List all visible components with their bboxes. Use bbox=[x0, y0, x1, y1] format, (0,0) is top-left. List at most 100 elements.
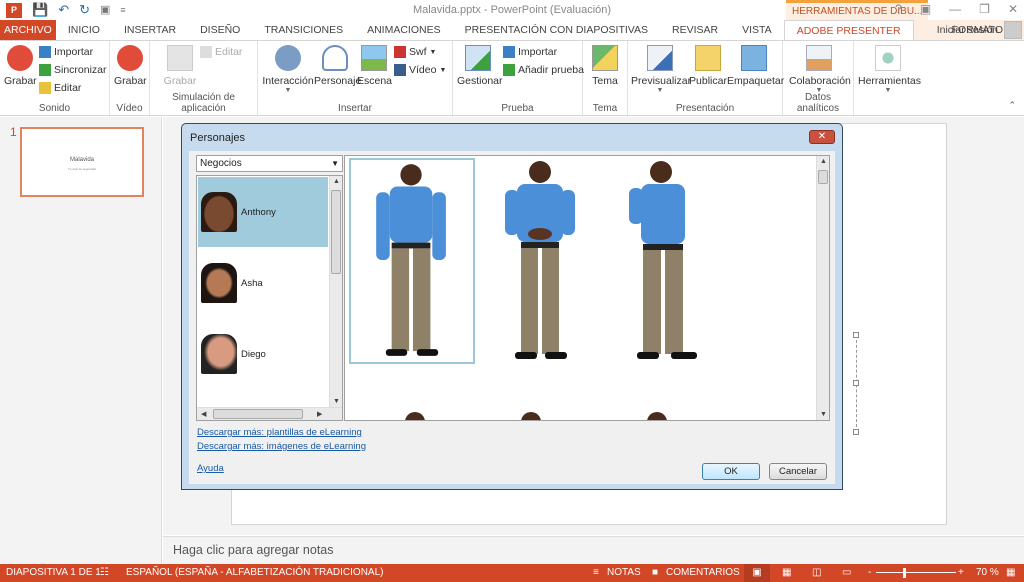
download-images-link[interactable]: Descargar más: imágenes de eLearning bbox=[197, 441, 366, 452]
slide-sorter-icon[interactable]: ▦ bbox=[782, 564, 791, 582]
notes-toggle[interactable]: NOTAS bbox=[607, 564, 641, 582]
tema-button[interactable]: Tema bbox=[589, 45, 621, 87]
gestionar-button[interactable]: Gestionar bbox=[457, 45, 503, 87]
scroll-down-icon[interactable]: ▼ bbox=[333, 398, 340, 405]
simulacion-grabar-button[interactable]: Grabar bbox=[162, 45, 198, 87]
herramientas-button[interactable]: Herramientas ▼ bbox=[858, 45, 921, 94]
dialog-close-button[interactable]: ✕ bbox=[809, 130, 835, 144]
ribbon-display-icon[interactable]: ▣ bbox=[920, 2, 931, 16]
tab-adobe-presenter[interactable]: ADOBE PRESENTER bbox=[783, 20, 914, 40]
fit-slide-icon[interactable]: ▦ bbox=[1006, 564, 1015, 582]
restore-icon[interactable]: ❐ bbox=[979, 2, 990, 16]
zoom-level[interactable]: 70 % bbox=[976, 564, 999, 582]
download-templates-link[interactable]: Descargar más: plantillas de eLearning bbox=[197, 427, 362, 438]
colaboracion-button[interactable]: Colaboración ▼ bbox=[789, 45, 851, 94]
pose-item[interactable] bbox=[349, 158, 475, 364]
simulacion-editar-button[interactable]: Editar bbox=[200, 46, 242, 58]
scrollbar-thumb[interactable] bbox=[213, 409, 303, 419]
slide-thumbnail[interactable]: Malavida Tu web de seguridad bbox=[20, 127, 144, 197]
zoom-in-button[interactable]: + bbox=[958, 564, 964, 582]
sonido-editar-button[interactable]: Editar bbox=[39, 82, 81, 94]
minimize-icon[interactable]: — bbox=[949, 2, 961, 16]
video-camera-icon bbox=[117, 45, 143, 71]
pose-item[interactable] bbox=[477, 158, 603, 364]
avatar[interactable] bbox=[1004, 21, 1022, 39]
video-grabar-button[interactable]: Grabar bbox=[114, 45, 147, 87]
help-icon[interactable]: ? bbox=[895, 2, 902, 16]
import-icon bbox=[503, 46, 515, 58]
ok-button[interactable]: OK bbox=[702, 463, 760, 480]
tab-revisar[interactable]: REVISAR bbox=[660, 20, 730, 40]
ribbon: Grabar Importar Sincronizar Editar Sonid… bbox=[0, 40, 1024, 117]
scroll-up-icon[interactable]: ▲ bbox=[820, 158, 827, 165]
tab-diseno[interactable]: DISEÑO bbox=[188, 20, 252, 40]
signin-link[interactable]: Iniciar sesión bbox=[937, 24, 998, 36]
gallery-vscroll[interactable]: ▲ ▼ bbox=[816, 156, 829, 420]
tab-presentacion[interactable]: PRESENTACIÓN CON DIAPOSITIVAS bbox=[453, 20, 660, 40]
zoom-slider[interactable] bbox=[876, 572, 956, 573]
swf-button[interactable]: Swf ▼ bbox=[394, 46, 436, 58]
close-icon[interactable]: ✕ bbox=[1008, 2, 1018, 16]
tab-archivo[interactable]: ARCHIVO bbox=[0, 20, 56, 40]
scroll-right-icon[interactable]: ▶ bbox=[317, 410, 322, 418]
tab-vista[interactable]: VISTA bbox=[730, 20, 784, 40]
help-link[interactable]: Ayuda bbox=[197, 463, 224, 474]
resize-handle[interactable] bbox=[853, 429, 859, 435]
spellcheck-icon[interactable]: ☷ bbox=[100, 564, 109, 582]
sonido-grabar-button[interactable]: Grabar bbox=[4, 45, 37, 87]
language-indicator[interactable]: ESPAÑOL (ESPAÑA - ALFABETIZACIÓN TRADICI… bbox=[126, 564, 383, 582]
tab-inicio[interactable]: INICIO bbox=[56, 20, 112, 40]
collaboration-icon bbox=[806, 45, 832, 71]
character-item-asha[interactable]: Asha bbox=[198, 248, 328, 318]
reading-view-icon[interactable]: ◫ bbox=[812, 564, 821, 582]
category-select[interactable]: Negocios ▼ bbox=[196, 155, 343, 172]
thumb-subtitle: Tu web de seguridad bbox=[68, 167, 96, 171]
import-icon bbox=[39, 46, 51, 58]
pose-item[interactable] bbox=[603, 158, 729, 364]
window-controls: ? ▣ — ❐ ✕ bbox=[895, 2, 1018, 16]
prueba-importar-button[interactable]: Importar bbox=[503, 46, 557, 58]
group-label: Datos analíticos bbox=[796, 92, 840, 114]
character-list-hscroll[interactable]: ◀ ▶ bbox=[197, 407, 342, 420]
tab-insertar[interactable]: INSERTAR bbox=[112, 20, 188, 40]
comments-toggle[interactable]: COMENTARIOS bbox=[666, 564, 740, 582]
personaje-button[interactable]: Personaje bbox=[314, 45, 361, 87]
scroll-down-icon[interactable]: ▼ bbox=[820, 411, 827, 418]
character-item-anthony[interactable]: Anthony bbox=[198, 177, 328, 247]
sonido-sincronizar-button[interactable]: Sincronizar bbox=[39, 64, 107, 76]
character-list-vscroll[interactable]: ▲ ▼ bbox=[329, 176, 342, 407]
previsualizar-button[interactable]: Previsualizar ▼ bbox=[631, 45, 691, 94]
scroll-left-icon[interactable]: ◀ bbox=[201, 410, 206, 418]
resize-handle[interactable] bbox=[853, 380, 859, 386]
interaccion-button[interactable]: Interacción ▼ bbox=[262, 45, 314, 94]
anadir-prueba-button[interactable]: Añadir prueba bbox=[503, 64, 584, 76]
interaction-icon bbox=[275, 45, 301, 71]
escena-button[interactable]: Escena bbox=[357, 45, 392, 87]
character-item-diego[interactable]: Diego bbox=[198, 319, 328, 389]
scrollbar-thumb[interactable] bbox=[331, 190, 341, 274]
zoom-slider-thumb[interactable] bbox=[903, 568, 906, 578]
scrollbar-thumb[interactable] bbox=[818, 170, 828, 184]
empaquetar-button[interactable]: Empaquetar bbox=[727, 45, 784, 87]
zoom-out-button[interactable]: - bbox=[868, 564, 871, 582]
tab-animaciones[interactable]: ANIMACIONES bbox=[355, 20, 453, 40]
edit-icon bbox=[200, 46, 212, 58]
group-label: Presentación bbox=[675, 103, 735, 114]
group-label: Simulación de aplicación bbox=[172, 92, 235, 114]
scroll-up-icon[interactable]: ▲ bbox=[333, 178, 340, 185]
status-bar: DIAPOSITIVA 1 DE 1 ☷ ESPAÑOL (ESPAÑA - A… bbox=[0, 564, 1024, 582]
tab-transiciones[interactable]: TRANSICIONES bbox=[252, 20, 355, 40]
sonido-importar-button[interactable]: Importar bbox=[39, 46, 93, 58]
slideshow-icon[interactable]: ▭ bbox=[842, 564, 851, 582]
cancel-button[interactable]: Cancelar bbox=[769, 463, 827, 480]
microphone-icon bbox=[7, 45, 33, 71]
film-icon bbox=[394, 64, 406, 76]
group-label: Vídeo bbox=[116, 103, 143, 114]
resize-handle[interactable] bbox=[853, 332, 859, 338]
publicar-button[interactable]: Publicar bbox=[688, 45, 728, 87]
normal-view-icon[interactable]: ▣ bbox=[744, 564, 770, 582]
character-avatar bbox=[201, 192, 237, 232]
collapse-ribbon-icon[interactable]: ⌃ bbox=[1008, 100, 1016, 111]
insert-video-button[interactable]: Vídeo ▼ bbox=[394, 64, 446, 76]
notes-pane[interactable]: Haga clic para agregar notas bbox=[163, 536, 1024, 564]
